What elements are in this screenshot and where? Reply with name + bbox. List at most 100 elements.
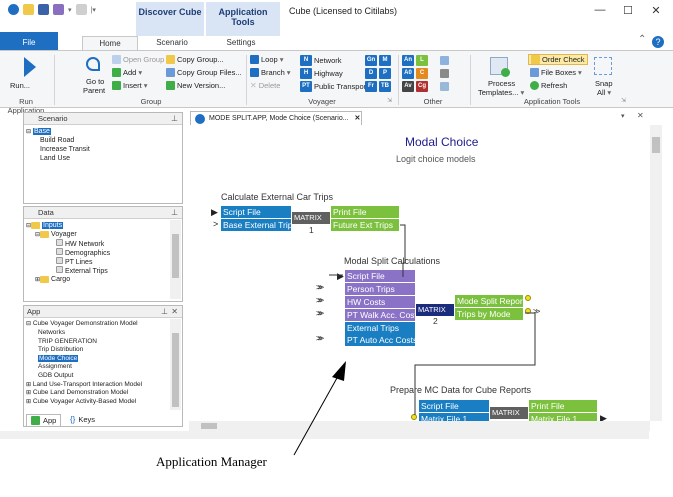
tab-file[interactable]: File	[0, 32, 58, 50]
l-program-button[interactable]: L	[416, 55, 428, 66]
go-to-parent-label-2[interactable]: Parent	[83, 86, 105, 95]
app-item-mode-choice[interactable]: Mode Choice	[38, 354, 79, 362]
layout-icon[interactable]	[75, 4, 87, 15]
customize-qat-icon[interactable]: |▾	[91, 6, 96, 14]
maximize-button[interactable]: ☐	[618, 4, 638, 17]
data-item-voyager[interactable]: Voyager	[51, 231, 77, 238]
table-tool-icon[interactable]	[440, 82, 449, 91]
pin-icon[interactable]: ⊥	[161, 307, 168, 316]
snap-all-icon[interactable]	[594, 57, 612, 75]
pin-icon[interactable]: ⊥	[171, 208, 178, 217]
m-program-button[interactable]: M	[379, 55, 391, 66]
app-item-gdb-output[interactable]: GDB Output	[26, 372, 168, 381]
c-program-button[interactable]: C	[416, 68, 428, 79]
process-templates-label-2[interactable]: Templates...	[478, 88, 518, 97]
scenario-item-build-road[interactable]: Build Road	[26, 136, 168, 145]
application-canvas[interactable]: Modal Choice Logit choice models Calcula…	[189, 125, 650, 429]
fr-program-button[interactable]: Fr	[365, 81, 377, 92]
gn-program-button[interactable]: Gn	[365, 55, 377, 66]
order-check-button[interactable]: Order Check	[542, 55, 585, 64]
tree-item[interactable]: Demographics	[26, 248, 168, 257]
close-panel-icon[interactable]: ✕	[171, 307, 178, 316]
tree-item[interactable]: ⊞ Land Use-Transport Interaction Model	[26, 381, 168, 390]
app-item-land-use-transport[interactable]: Land Use-Transport Interaction Model	[33, 381, 142, 388]
data-item-inputs[interactable]: Inputs	[42, 222, 64, 229]
a0-program-button[interactable]: A0	[402, 68, 414, 79]
add-button[interactable]: Add	[123, 68, 136, 77]
process-templates-dropdown-icon[interactable]: ▾	[520, 88, 524, 97]
document-dropdown-icon[interactable]: ▾	[621, 112, 625, 120]
loop-button[interactable]: Loop	[261, 55, 278, 64]
tab-keys[interactable]: {} Keys	[66, 414, 99, 425]
tree-item[interactable]: ⊟ Inputs	[26, 221, 168, 230]
snap-all-label-2[interactable]: All	[597, 88, 605, 97]
dialog-launcher-icon[interactable]: ⇲	[621, 97, 626, 104]
tree-item[interactable]: External Trips	[26, 266, 168, 275]
refresh-button[interactable]: Refresh	[541, 81, 567, 90]
data-item-cargo[interactable]: Cargo	[51, 276, 70, 283]
run-icon[interactable]	[24, 57, 36, 77]
data-item-external-trips[interactable]: External Trips	[65, 268, 108, 275]
collapse-icon[interactable]: ⊟	[26, 129, 31, 135]
open-group-button[interactable]: Open Group	[123, 55, 164, 64]
data-panel-scrollbar[interactable]	[170, 220, 181, 299]
app-panel-scrollbar[interactable]	[170, 319, 181, 410]
help-icon[interactable]: ?	[652, 36, 664, 48]
document-tab[interactable]: MODE SPLIT.APP, Mode Choice (Scenario...…	[190, 111, 362, 125]
app-item-cube-voyager-demo[interactable]: Cube Voyager Demonstration Model	[33, 320, 138, 327]
save-all-icon[interactable]	[53, 4, 64, 15]
scrollbar-thumb[interactable]	[172, 234, 179, 278]
insert-button[interactable]: Insert	[123, 81, 142, 90]
p-program-button[interactable]: P	[379, 68, 391, 79]
context-tab-discover-cube[interactable]: Discover Cube	[136, 2, 204, 36]
add-dropdown-icon[interactable]: ▾	[138, 68, 142, 77]
highway-button[interactable]: Highway	[314, 69, 343, 78]
delete-button[interactable]: Delete	[259, 81, 281, 90]
data-item-pt-lines[interactable]: PT Lines	[65, 259, 93, 266]
tab-settings[interactable]: Settings	[210, 36, 272, 50]
tb-program-button[interactable]: TB	[379, 81, 391, 92]
tree-item[interactable]: ⊟ Voyager	[26, 230, 168, 239]
app-item-trip-distribution[interactable]: Trip Distribution	[26, 346, 168, 355]
data-item-demographics[interactable]: Demographics	[65, 250, 110, 257]
copy-group-files-button[interactable]: Copy Group Files...	[177, 68, 242, 77]
close-button[interactable]: ✕	[646, 4, 666, 17]
insert-dropdown-icon[interactable]: ▾	[144, 81, 148, 90]
tab-app[interactable]: App	[26, 414, 62, 427]
tree-item[interactable]: ⊟ Cube Voyager Demonstration Model	[26, 320, 168, 329]
an-program-button[interactable]: An	[402, 55, 414, 66]
tab-home[interactable]: Home	[82, 36, 138, 50]
scenario-item-land-use[interactable]: Land Use	[26, 154, 168, 163]
canvas-horizontal-scrollbar[interactable]	[189, 421, 650, 431]
close-document-icon[interactable]: ✕	[355, 115, 361, 122]
file-boxes-button[interactable]: File Boxes	[541, 68, 576, 77]
tree-item[interactable]: PT Lines	[26, 257, 168, 266]
pin-icon[interactable]: ⊥	[171, 114, 178, 123]
av-program-button[interactable]: Av	[402, 81, 414, 92]
tree-item[interactable]: ⊞ Cube Land Demonstration Model	[26, 389, 168, 398]
scrollbar-thumb[interactable]	[172, 333, 179, 407]
d-program-button[interactable]: D	[365, 68, 377, 79]
tab-scenario[interactable]: Scenario	[142, 36, 202, 50]
process-templates-icon[interactable]	[490, 57, 510, 77]
scrollbar-thumb[interactable]	[201, 423, 217, 429]
ribbon-collapse-icon[interactable]: ⌃	[638, 34, 646, 45]
app-item-trip-generation[interactable]: TRIP GENERATION	[26, 338, 168, 347]
scrollbar-thumb[interactable]	[652, 137, 660, 153]
dialog-launcher-icon[interactable]: ⇲	[387, 97, 392, 104]
new-version-button[interactable]: New Version...	[177, 81, 225, 90]
cg-program-button[interactable]: Cg	[416, 81, 428, 92]
save-icon[interactable]	[38, 4, 49, 15]
public-transport-button[interactable]: Public Transport	[314, 82, 368, 91]
context-tab-application-tools[interactable]: Application Tools	[206, 2, 280, 36]
branch-button[interactable]: Branch	[261, 68, 285, 77]
app-logo-icon[interactable]	[8, 4, 19, 15]
process-templates-label-1[interactable]: Process	[488, 79, 515, 88]
tree-item[interactable]: ⊞ Cube Voyager Activity-Based Model	[26, 398, 168, 407]
close-all-icon[interactable]: ✕	[637, 111, 644, 120]
tree-item[interactable]: ⊟ Base	[26, 127, 168, 136]
app-item-cube-voyager-abm[interactable]: Cube Voyager Activity-Based Model	[33, 398, 136, 405]
scenario-item-increase-transit[interactable]: Increase Transit	[26, 145, 168, 154]
app-item-networks[interactable]: Networks	[26, 329, 168, 338]
tree-item[interactable]: HW Network	[26, 239, 168, 248]
